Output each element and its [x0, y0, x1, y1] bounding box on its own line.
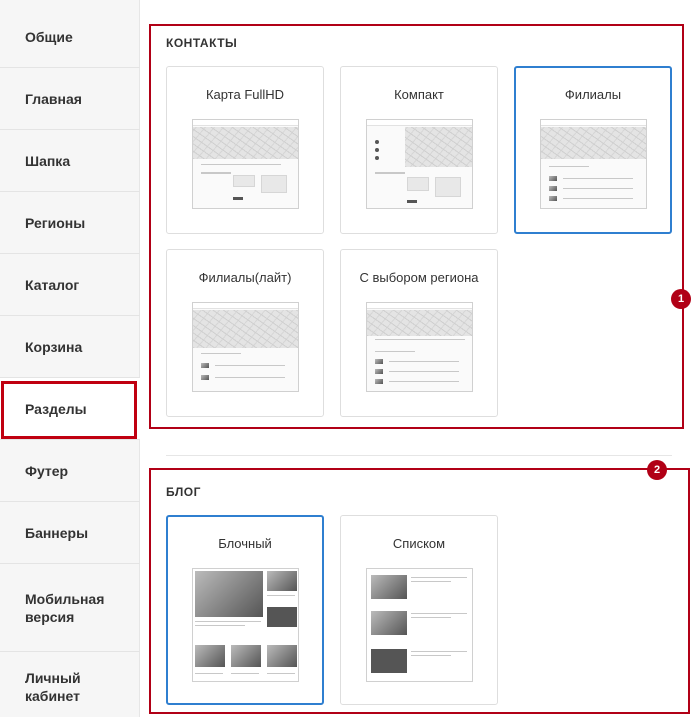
preview-thumbnail	[540, 119, 647, 209]
settings-sidebar: Общие Главная Шапка Регионы Каталог Корз…	[0, 0, 140, 717]
option-card-label: С выбором региона	[359, 270, 479, 285]
option-card-region-select[interactable]: С выбором региона	[340, 249, 498, 417]
option-card-blog-list[interactable]: Списком	[340, 515, 498, 705]
sidebar-item-label: Разделы	[25, 400, 87, 417]
sidebar-item-general[interactable]: Общие	[0, 6, 140, 68]
option-card-compact[interactable]: Компакт	[340, 66, 498, 234]
sidebar-item-label: Мобильная версия	[25, 590, 105, 625]
section-title-blog: БЛОГ	[166, 485, 201, 499]
section-title-contacts: КОНТАКТЫ	[166, 36, 238, 50]
section-divider	[166, 455, 672, 456]
preview-thumbnail	[366, 119, 473, 209]
sidebar-item-account[interactable]: Личный кабинет	[0, 652, 140, 722]
sidebar-item-label: Личный кабинет	[25, 670, 81, 704]
option-card-label: Блочный	[218, 536, 272, 551]
preview-thumbnail	[366, 568, 473, 682]
sidebar-item-regions[interactable]: Регионы	[0, 192, 140, 254]
preview-thumbnail	[192, 119, 299, 209]
option-card-label: Филиалы(лайт)	[198, 270, 292, 285]
sidebar-item-label: Корзина	[25, 338, 83, 355]
option-card-label: Списком	[392, 536, 446, 551]
option-card-label: Филиалы	[564, 87, 622, 102]
sidebar-item-footer[interactable]: Футер	[0, 440, 140, 502]
preview-thumbnail	[192, 302, 299, 392]
option-card-branches-lite[interactable]: Филиалы(лайт)	[166, 249, 324, 417]
sidebar-item-label: Главная	[25, 90, 82, 107]
option-card-label: Карта FullHD	[205, 87, 285, 102]
sidebar-item-catalog[interactable]: Каталог	[0, 254, 140, 316]
sidebar-item-label: Общие	[25, 28, 73, 45]
option-card-label: Компакт	[394, 87, 444, 102]
sidebar-item-banners[interactable]: Баннеры	[0, 502, 140, 564]
sidebar-item-sections[interactable]: Разделы	[0, 378, 140, 440]
highlight-badge: 1	[671, 289, 691, 309]
preview-thumbnail	[192, 568, 299, 682]
option-card-branches[interactable]: Филиалы	[514, 66, 672, 234]
sidebar-item-label: Регионы	[25, 214, 86, 231]
preview-thumbnail	[366, 302, 473, 392]
sidebar-item-mobile[interactable]: Мобильная версия	[0, 564, 140, 652]
sidebar-item-header[interactable]: Шапка	[0, 130, 140, 192]
sidebar-item-label: Футер	[25, 462, 69, 479]
sidebar-item-cart[interactable]: Корзина	[0, 316, 140, 378]
option-card-map-fullhd[interactable]: Карта FullHD	[166, 66, 324, 234]
sidebar-item-main[interactable]: Главная	[0, 68, 140, 130]
highlight-badge: 2	[647, 460, 667, 480]
sidebar-item-label: Каталог	[25, 276, 80, 293]
sidebar-item-label: Шапка	[25, 152, 71, 169]
sidebar-item-label: Баннеры	[25, 524, 89, 541]
option-card-blog-block[interactable]: Блочный	[166, 515, 324, 705]
